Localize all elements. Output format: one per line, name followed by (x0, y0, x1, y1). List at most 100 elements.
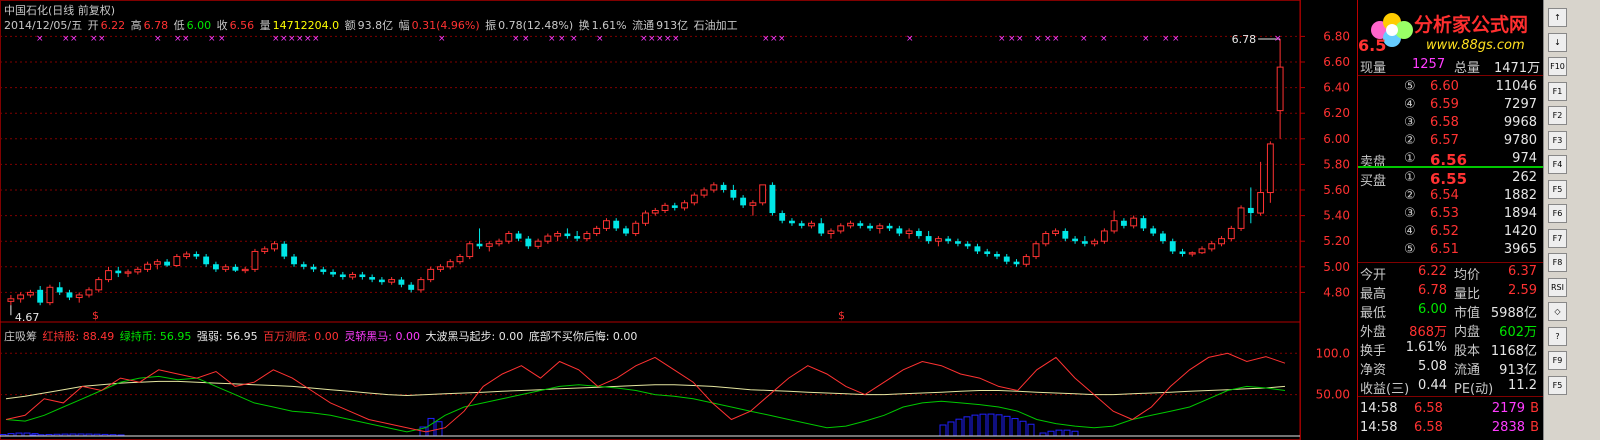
toolbar-button[interactable]: F7 (1548, 228, 1567, 248)
signal-x-marker: × (296, 34, 304, 44)
signal-x-marker: × (70, 34, 78, 44)
candle-body (681, 202, 688, 209)
candle-body (339, 274, 346, 278)
candle-body (427, 268, 435, 281)
stat-value-2: 11.2 (1508, 378, 1537, 393)
indicator-name[interactable]: 庄吸筹 (4, 330, 37, 343)
candle-body (1062, 230, 1069, 239)
price-tick-label: 5.40 (1323, 209, 1350, 223)
candle-body (134, 268, 142, 273)
indicator-bar (939, 424, 947, 437)
indicator-bar (1011, 418, 1019, 437)
candle-body (749, 202, 757, 206)
ask-level-icon: ① (1404, 151, 1416, 166)
indicator-item-2: 强弱: 56.95 (196, 330, 258, 343)
stat-label: 外盘 (1360, 325, 1387, 340)
tick-time: 14:58 (1360, 420, 1398, 435)
stat-value-2: 6.37 (1508, 264, 1537, 279)
high-value: 6.78 (143, 19, 169, 32)
signal-x-marker: × (648, 34, 656, 44)
toolbar-button[interactable]: ◇ (1548, 302, 1567, 321)
toolbar-button[interactable]: ↑ (1548, 8, 1567, 27)
toolbar-button[interactable]: F6 (1548, 204, 1567, 223)
stat-value: 0.44 (1418, 378, 1447, 393)
candle-body (1208, 243, 1216, 250)
toolbar-button[interactable]: F1 (1548, 81, 1567, 101)
low-label: 低 (173, 19, 185, 32)
candle-body (300, 264, 307, 267)
tick-price: 6.58 (1414, 420, 1443, 435)
candle-body (613, 220, 620, 229)
candle-body (281, 243, 288, 257)
toolbar-button[interactable]: F3 (1548, 130, 1567, 150)
chart-area[interactable]: 6.80 6.60 6.40 6.20 6.00 5.80 5.60 5.40 5.20 5.00… (0, 0, 1356, 440)
indicator-bar (971, 414, 979, 437)
signal-x-marker: × (98, 34, 106, 44)
candle-body (915, 230, 922, 237)
indicator-bar (1027, 423, 1035, 437)
float-label: 流通 (632, 19, 655, 32)
signal-x-marker: × (512, 34, 520, 44)
toolbar-button[interactable]: F4 (1548, 155, 1567, 174)
bid-volume: 262 (1512, 170, 1537, 185)
toolbar-button[interactable]: ? (1548, 326, 1567, 346)
stat-label-2: 市值 (1454, 306, 1481, 321)
candle-body (945, 238, 952, 242)
candle-body (320, 269, 327, 272)
candle-body (759, 184, 767, 204)
stat-label-2: 股本 (1454, 344, 1481, 359)
stat-row: 收益(三) 0.44 PE(动) 11.2 (1358, 377, 1543, 397)
candle-body (994, 254, 1000, 257)
candle-body (544, 235, 552, 242)
candle-body (583, 233, 591, 240)
candle-body (75, 294, 83, 299)
candle-body (505, 233, 513, 242)
indicator-item-4: 灵轿黑马: 0.00 (344, 330, 421, 343)
candle-body (1188, 252, 1196, 255)
indicator-item-5: 大波黑马起步: 0.00 (425, 330, 524, 343)
signal-x-marker: × (438, 34, 446, 44)
candle-body (1140, 218, 1147, 229)
toolbar-button[interactable]: F8 (1548, 253, 1567, 272)
tick-side: B (1530, 401, 1539, 416)
stat-value-2: 5988亿 (1490, 306, 1537, 321)
candle-body (769, 184, 776, 214)
toolbar-button[interactable]: F5 (1548, 375, 1567, 395)
toolbar-button[interactable]: ↓ (1548, 32, 1567, 52)
toolbar-button[interactable]: F5 (1548, 179, 1567, 199)
toolbar-button[interactable]: F10 (1548, 57, 1567, 76)
toolbar-button[interactable]: F9 (1548, 351, 1567, 370)
ask-row: ③ 6.58 9968 (1358, 114, 1543, 133)
bid-price: 6.53 (1430, 206, 1459, 221)
amp-label: 振 (485, 19, 497, 32)
high-label: 高 (130, 19, 142, 32)
candle-body (330, 271, 337, 275)
candle-body (564, 233, 571, 237)
stat-row: 外盘 868万 内盘 602万 (1358, 320, 1543, 340)
ask-level-icon: ③ (1404, 115, 1416, 130)
stat-row: 今开 6.22 均价 6.37 (1358, 263, 1543, 283)
ask-price: 6.59 (1430, 97, 1459, 112)
signal-x-marker: × (218, 34, 226, 44)
candle-body (144, 263, 151, 270)
toolbar-button[interactable]: F2 (1548, 106, 1567, 125)
candle-body (1130, 217, 1138, 227)
candle-body (779, 213, 786, 221)
ask-volume: 7297 (1503, 97, 1537, 112)
candle-body (349, 273, 357, 278)
amt-label: 额 (344, 19, 356, 32)
candle-body (818, 223, 825, 234)
signal-x-marker: × (288, 34, 296, 44)
bid-level-icon: ② (1404, 188, 1416, 203)
low-value: 6.00 (186, 19, 212, 32)
signal-x-marker: × (62, 34, 70, 44)
signal-x-marker: × (312, 34, 320, 44)
signal-marker: $ (92, 309, 99, 322)
candle-body (1247, 207, 1254, 214)
price-tick-label: 5.60 (1323, 183, 1350, 197)
candle-body (153, 261, 161, 265)
kline-chart[interactable]: 6.80 6.60 6.40 6.20 6.00 5.80 5.60 5.40 5.20 5.00… (0, 0, 1356, 440)
candle-body (876, 225, 884, 229)
stat-label: 最低 (1360, 306, 1387, 321)
toolbar-button[interactable]: RSI (1548, 277, 1567, 297)
